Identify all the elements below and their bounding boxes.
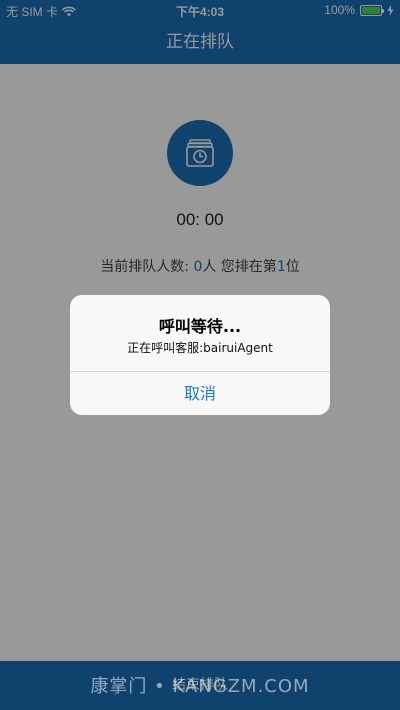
call-waiting-alert: 呼叫等待... 正在呼叫客服:bairuiAgent 取消 xyxy=(70,295,330,415)
alert-message: 正在呼叫客服:bairuiAgent xyxy=(127,341,273,355)
alert-title: 呼叫等待... xyxy=(158,317,242,336)
cancel-button[interactable]: 取消 xyxy=(70,372,330,415)
watermark: 康掌门 • KANGZM.COM xyxy=(90,676,310,697)
